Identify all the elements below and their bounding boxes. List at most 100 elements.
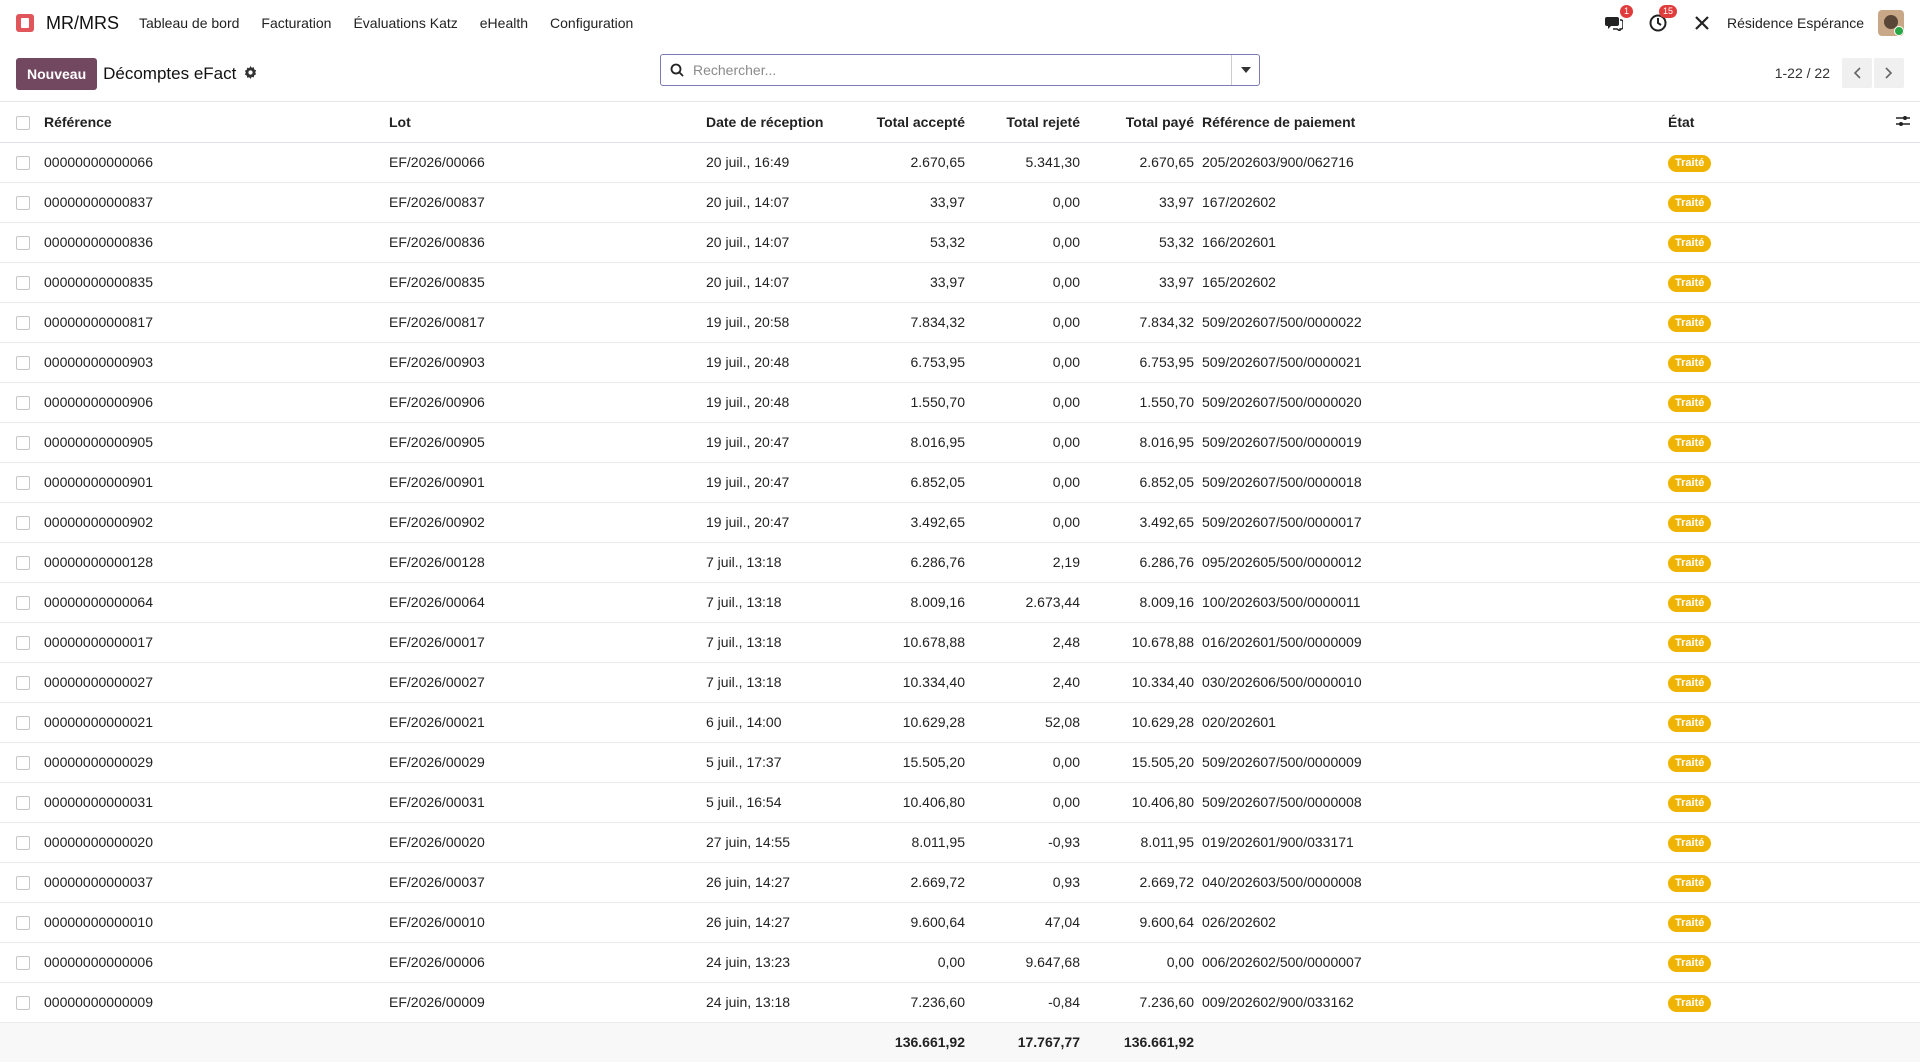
- header-reference[interactable]: Référence: [44, 102, 389, 143]
- table-row[interactable]: 00000000000837 EF/2026/00837 20 juil., 14:…: [0, 182, 1920, 223]
- cell-date: 26 juin, 14:27: [706, 902, 863, 943]
- row-checkbox[interactable]: [16, 756, 30, 771]
- table-row[interactable]: 00000000000021 EF/2026/00021 6 juil., 14:0…: [0, 702, 1920, 743]
- cell-total-paid: 33,97: [1088, 262, 1202, 303]
- row-checkbox[interactable]: [16, 476, 30, 491]
- company-switcher[interactable]: Résidence Espérance: [1727, 15, 1864, 31]
- cell-date: 7 juil., 13:18: [706, 622, 863, 663]
- row-checkbox[interactable]: [16, 316, 30, 331]
- row-checkbox[interactable]: [16, 876, 30, 891]
- row-checkbox[interactable]: [16, 236, 30, 251]
- row-checkbox[interactable]: [16, 956, 30, 971]
- cell-lot: EF/2026/00064: [389, 582, 706, 623]
- header-total-paid[interactable]: Total payé: [1088, 102, 1202, 143]
- table-row[interactable]: 00000000000902 EF/2026/00902 19 juil., 20:…: [0, 502, 1920, 543]
- app-logo-icon[interactable]: [16, 14, 34, 32]
- table-row[interactable]: 00000000000064 EF/2026/00064 7 juil., 13:1…: [0, 582, 1920, 623]
- cell-total-paid: 8.009,16: [1088, 582, 1202, 623]
- row-checkbox[interactable]: [16, 596, 30, 611]
- menu-katz-evaluations[interactable]: Évaluations Katz: [353, 15, 457, 31]
- row-checkbox[interactable]: [16, 996, 30, 1011]
- row-checkbox[interactable]: [16, 436, 30, 451]
- app-name[interactable]: MR/MRS: [46, 13, 119, 34]
- select-all-checkbox[interactable]: [16, 115, 30, 130]
- new-button[interactable]: Nouveau: [16, 57, 98, 90]
- caret-down-icon: [1240, 67, 1251, 73]
- gear-icon[interactable]: [244, 65, 257, 82]
- cell-total-rejected: 5.341,30: [973, 142, 1088, 183]
- tools-icon[interactable]: [1691, 12, 1713, 34]
- cell-total-rejected: -0,93: [973, 822, 1088, 863]
- table-row[interactable]: 00000000000020 EF/2026/00020 27 juin, 14:5…: [0, 822, 1920, 863]
- cell-lot: EF/2026/00837: [389, 182, 706, 223]
- cell-total-rejected: 2,19: [973, 542, 1088, 583]
- table-row[interactable]: 00000000000027 EF/2026/00027 7 juil., 13:1…: [0, 662, 1920, 703]
- table-row[interactable]: 00000000000006 EF/2026/00006 24 juin, 13:2…: [0, 942, 1920, 983]
- table-row[interactable]: 00000000000817 EF/2026/00817 19 juil., 20:…: [0, 302, 1920, 343]
- row-checkbox[interactable]: [16, 556, 30, 571]
- table-row[interactable]: 00000000000836 EF/2026/00836 20 juil., 14:…: [0, 222, 1920, 263]
- row-checkbox[interactable]: [16, 196, 30, 211]
- cell-payment-reference: 020/202601: [1202, 702, 1668, 743]
- cell-date: 6 juil., 14:00: [706, 702, 863, 743]
- table-row[interactable]: 00000000000906 EF/2026/00906 19 juil., 20:…: [0, 382, 1920, 423]
- row-checkbox[interactable]: [16, 796, 30, 811]
- pager-next-button[interactable]: [1874, 58, 1904, 88]
- table-row[interactable]: 00000000000128 EF/2026/00128 7 juil., 13:1…: [0, 542, 1920, 583]
- table-row[interactable]: 00000000000905 EF/2026/00905 19 juil., 20:…: [0, 422, 1920, 463]
- row-checkbox[interactable]: [16, 836, 30, 851]
- table-row[interactable]: 00000000000903 EF/2026/00903 19 juil., 20:…: [0, 342, 1920, 383]
- menu-billing[interactable]: Facturation: [261, 15, 331, 31]
- messages-icon[interactable]: 1: [1603, 5, 1634, 34]
- cell-payment-reference: 165/202602: [1202, 262, 1668, 303]
- cell-date: 19 juil., 20:47: [706, 422, 863, 463]
- row-checkbox[interactable]: [16, 636, 30, 651]
- cell-total-accepted: 15.505,20: [863, 742, 973, 783]
- header-state[interactable]: État: [1668, 102, 1868, 143]
- search-input[interactable]: [693, 62, 1231, 78]
- cell-payment-reference: 019/202601/900/033171: [1202, 822, 1668, 863]
- row-checkbox[interactable]: [16, 516, 30, 531]
- table-row[interactable]: 00000000000835 EF/2026/00835 20 juil., 14:…: [0, 262, 1920, 303]
- cell-reference: 00000000000902: [44, 502, 389, 543]
- table-row[interactable]: 00000000000029 EF/2026/00029 5 juil., 17:3…: [0, 742, 1920, 783]
- table-row[interactable]: 00000000000017 EF/2026/00017 7 juil., 13:1…: [0, 622, 1920, 663]
- table-row[interactable]: 00000000000009 EF/2026/00009 24 juin, 13:1…: [0, 982, 1920, 1023]
- table-row[interactable]: 00000000000901 EF/2026/00901 19 juil., 20:…: [0, 462, 1920, 503]
- row-checkbox[interactable]: [16, 676, 30, 691]
- row-checkbox[interactable]: [16, 396, 30, 411]
- menu-ehealth[interactable]: eHealth: [480, 15, 528, 31]
- optional-columns-icon[interactable]: [1896, 114, 1910, 130]
- pager-value[interactable]: 1-22 / 22: [1775, 65, 1830, 81]
- cell-reference: 00000000000021: [44, 702, 389, 743]
- row-checkbox[interactable]: [16, 276, 30, 291]
- header-total-rejected[interactable]: Total rejeté: [973, 102, 1088, 143]
- pager-previous-button[interactable]: [1842, 58, 1872, 88]
- search-options-toggle[interactable]: [1231, 55, 1259, 85]
- header-payment-reference[interactable]: Référence de paiement: [1202, 102, 1668, 143]
- user-avatar[interactable]: [1878, 10, 1904, 36]
- messages-badge: 1: [1620, 5, 1634, 18]
- row-checkbox[interactable]: [16, 156, 30, 171]
- table-row[interactable]: 00000000000010 EF/2026/00010 26 juin, 14:2…: [0, 902, 1920, 943]
- page-title: Décomptes eFact: [103, 63, 237, 83]
- table-row[interactable]: 00000000000031 EF/2026/00031 5 juil., 16:5…: [0, 782, 1920, 823]
- status-badge: Traité: [1668, 914, 1712, 932]
- table-row[interactable]: 00000000000066 EF/2026/00066 20 juil., 16:…: [0, 142, 1920, 183]
- row-checkbox[interactable]: [16, 716, 30, 731]
- header-date[interactable]: Date de réception: [706, 102, 863, 143]
- cell-reference: 00000000000837: [44, 182, 389, 223]
- menu-dashboard[interactable]: Tableau de bord: [139, 15, 239, 31]
- table-row[interactable]: 00000000000037 EF/2026/00037 26 juin, 14:2…: [0, 862, 1920, 903]
- cell-lot: EF/2026/00017: [389, 622, 706, 663]
- header-lot[interactable]: Lot: [389, 102, 706, 143]
- activities-clock-icon[interactable]: 15: [1647, 5, 1678, 34]
- cell-total-rejected: 2,40: [973, 662, 1088, 703]
- status-badge: Traité: [1668, 394, 1712, 412]
- header-total-accepted[interactable]: Total accepté: [863, 102, 973, 143]
- menu-configuration[interactable]: Configuration: [550, 15, 633, 31]
- cell-reference: 00000000000901: [44, 462, 389, 503]
- row-checkbox[interactable]: [16, 356, 30, 371]
- row-checkbox[interactable]: [16, 916, 30, 931]
- cell-total-paid: 33,97: [1088, 182, 1202, 223]
